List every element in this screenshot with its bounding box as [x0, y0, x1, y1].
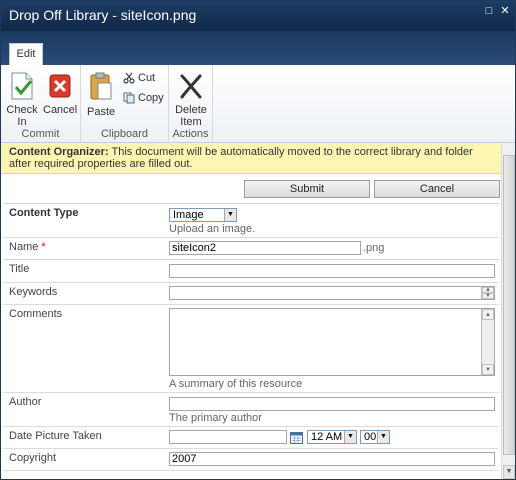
content-type-description: Upload an image. [169, 223, 256, 235]
calendar-icon[interactable] [290, 431, 303, 444]
delete-item-button[interactable]: Delete Item [173, 71, 209, 128]
clipboard-group-label: Clipboard [100, 128, 149, 140]
copy-label: Copy [138, 92, 164, 104]
notice-title: Content Organizer: [9, 146, 109, 158]
content-organizer-notice: Content Organizer: This document will be… [1, 143, 501, 174]
commit-group-label: Commit [21, 128, 60, 140]
date-taken-label: Date Picture Taken [9, 430, 102, 442]
copy-icon [123, 92, 135, 104]
scrollbar-thumb[interactable] [503, 155, 515, 455]
ribbon-group-clipboard: Paste Cut Copy Clipboard [81, 65, 169, 143]
ribbon: Check In Cancel Commit Paste Cut Copy Cl… [1, 65, 515, 143]
cut-button[interactable]: Cut [123, 70, 155, 86]
comments-description: A summary of this resource [169, 378, 303, 390]
keywords-scrollbar[interactable]: ▲ ▼ [481, 287, 494, 299]
row-divider [3, 304, 499, 305]
chevron-down-icon: ▼ [344, 431, 356, 443]
check-in-label: Check In [6, 104, 38, 128]
hour-value: 12 AM [311, 431, 343, 443]
scroll-down-icon[interactable]: ▼ [482, 364, 494, 375]
content-type-value: Image [173, 209, 204, 221]
ribbon-group-actions: Delete Item Actions [169, 65, 213, 143]
paste-button[interactable]: Paste [87, 71, 115, 118]
paste-label: Paste [87, 106, 116, 118]
check-in-icon [11, 72, 33, 100]
date-field[interactable] [169, 430, 287, 444]
paste-icon [90, 72, 112, 100]
author-description: The primary author [169, 412, 262, 424]
chevron-down-icon: ▼ [377, 431, 389, 443]
row-divider [3, 426, 499, 427]
name-extension: .png [363, 242, 385, 254]
cancel-ribbon-button[interactable]: Cancel [43, 71, 77, 116]
delete-icon [180, 74, 202, 99]
row-divider [3, 282, 499, 283]
window-title: Drop Off Library - siteIcon.png [9, 7, 197, 23]
row-divider [3, 470, 499, 471]
cancel-ribbon-label: Cancel [43, 104, 78, 116]
scroll-up-icon[interactable]: ▲ [482, 309, 494, 320]
row-divider [3, 237, 499, 238]
tab-edit[interactable]: Edit [9, 43, 43, 65]
row-divider [3, 392, 499, 393]
keywords-field[interactable] [169, 286, 495, 300]
cancel-button[interactable]: Cancel [374, 180, 500, 198]
required-indicator: * [41, 241, 46, 253]
copyright-label: Copyright [9, 452, 57, 464]
copyright-field[interactable]: 2007 [169, 452, 495, 466]
scissors-icon [123, 72, 135, 84]
dialog-window: Drop Off Library - siteIcon.png □ ✕ Edit… [0, 0, 516, 480]
copy-button[interactable]: Copy [123, 90, 164, 106]
maximize-icon[interactable]: □ [483, 5, 495, 17]
ribbon-group-commit: Check In Cancel Commit [1, 65, 81, 143]
title-field[interactable] [169, 264, 495, 278]
comments-scrollbar[interactable]: ▲ ▼ [481, 309, 494, 375]
content-type-label: Content Type [9, 207, 79, 219]
cancel-icon [49, 74, 71, 98]
content-type-select[interactable]: Image ▼ [169, 208, 237, 222]
check-in-button[interactable]: Check In [5, 71, 39, 128]
minute-value: 00 [364, 431, 377, 443]
author-field[interactable] [169, 397, 495, 411]
comments-label: Comments [9, 308, 63, 320]
actions-group-label: Actions [172, 128, 209, 140]
row-divider [3, 448, 499, 449]
author-label: Author [9, 396, 42, 408]
row-divider [3, 259, 499, 260]
comments-field[interactable] [169, 308, 495, 376]
scroll-down-icon[interactable]: ▼ [482, 293, 494, 299]
name-field[interactable]: siteIcon2 [169, 241, 361, 255]
delete-item-label: Delete Item [175, 104, 207, 128]
ribbon-tab-row: Edit [1, 31, 515, 65]
submit-button[interactable]: Submit [244, 180, 370, 198]
chevron-down-icon: ▼ [224, 209, 236, 221]
name-label-text: Name [9, 241, 39, 253]
hour-select[interactable]: 12 AM ▼ [307, 430, 357, 444]
name-label: Name * [9, 241, 46, 253]
keywords-label: Keywords [9, 286, 58, 298]
minute-select[interactable]: 00 ▼ [360, 430, 390, 444]
cut-label: Cut [138, 72, 156, 84]
title-label: Title [9, 263, 30, 275]
title-bar: Drop Off Library - siteIcon.png □ ✕ [1, 1, 515, 31]
scroll-down-icon[interactable]: ▼ [503, 465, 515, 479]
vertical-scrollbar[interactable]: ▼ [501, 143, 515, 479]
close-icon[interactable]: ✕ [499, 5, 511, 17]
row-divider [3, 203, 499, 204]
